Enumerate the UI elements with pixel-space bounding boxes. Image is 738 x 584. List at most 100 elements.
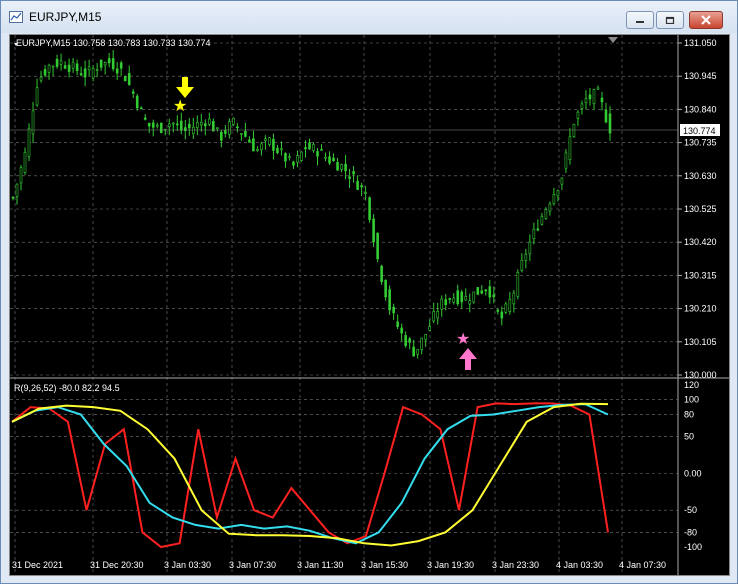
maximize-button[interactable] — [656, 11, 684, 29]
candle-body — [488, 286, 492, 298]
candle-body — [312, 144, 315, 151]
candle-body — [412, 346, 415, 357]
time-tick-label: 3 Jan 19:30 — [427, 560, 474, 570]
candle-body — [480, 290, 484, 294]
candle-body — [280, 148, 283, 151]
candle-body — [376, 232, 379, 260]
candle-body — [504, 303, 508, 313]
candle-body — [572, 124, 576, 138]
candle-body — [107, 58, 111, 64]
chart-canvas[interactable]: 131.050 130.945 130.840 130.735 130.630 130.5… — [9, 34, 730, 576]
candle-body — [472, 291, 476, 303]
candle-body — [11, 196, 15, 199]
candle-body — [428, 326, 431, 331]
time-tick-label: 3 Jan 23:30 — [492, 560, 539, 570]
candle-body — [360, 185, 363, 188]
candle-body — [135, 95, 139, 109]
candle-body — [440, 298, 444, 310]
candle-body — [508, 299, 512, 312]
price-tick-label: 130.735 — [684, 138, 717, 148]
candle-body — [171, 122, 175, 125]
price-candles — [11, 49, 612, 359]
candle-body — [396, 321, 399, 327]
candle-body — [544, 209, 548, 219]
candle-body — [27, 128, 31, 157]
price-tick-label: 130.630 — [684, 171, 717, 181]
candle-body — [444, 299, 448, 306]
candle-body — [19, 167, 23, 184]
indicator-tick-label: 100 — [684, 395, 699, 405]
minimize-icon — [636, 21, 644, 23]
price-tick-label: 131.050 — [684, 38, 717, 48]
candle-body — [424, 333, 427, 340]
candle-body — [304, 147, 307, 150]
candle-body — [115, 68, 119, 74]
candle-body — [208, 118, 211, 125]
candle-body — [127, 73, 131, 85]
price-tick-label: 130.840 — [684, 104, 717, 114]
candle-body — [232, 117, 235, 125]
candle-body — [604, 110, 608, 123]
candle-body — [368, 197, 371, 220]
candle-body — [87, 66, 91, 71]
candle-body — [460, 291, 464, 303]
shift-marker-icon[interactable] — [608, 37, 618, 43]
candle-body — [35, 87, 39, 106]
candle-body — [400, 327, 403, 334]
candle-body — [212, 121, 215, 132]
candle-body — [448, 298, 452, 300]
candle-body — [296, 155, 299, 163]
candle-body — [175, 123, 179, 126]
chart-window: EURJPY,M15 131.050 130.945 130.840 130.735 1… — [0, 0, 738, 584]
price-tick-label: 130.210 — [684, 304, 717, 314]
price-tick-label: 130.420 — [684, 237, 717, 247]
chart-header: EURJPY,M15 130.758 130.783 130.733 130.7… — [16, 38, 211, 48]
indicator-grid — [10, 399, 678, 533]
close-button[interactable] — [689, 11, 723, 29]
sell-arrow-icon — [176, 77, 194, 98]
candle-body — [352, 171, 355, 175]
candle-body — [95, 69, 99, 71]
candle-body — [336, 162, 339, 171]
candle-body — [67, 64, 71, 72]
candle-body — [520, 260, 524, 271]
candle-body — [416, 349, 419, 355]
candle-body — [320, 149, 323, 151]
candle-body — [71, 61, 75, 69]
candle-body — [139, 107, 143, 110]
minimize-button[interactable] — [626, 11, 654, 29]
candle-body — [364, 192, 367, 194]
candle-body — [264, 138, 267, 142]
title-bar[interactable]: EURJPY,M15 — [1, 1, 737, 33]
candle-body — [456, 290, 460, 305]
candle-body — [308, 142, 311, 150]
candle-body — [484, 289, 488, 292]
candle-body — [216, 127, 219, 130]
candle-body — [584, 98, 588, 103]
candle-body — [452, 297, 456, 303]
candle-body — [276, 147, 279, 154]
candle-body — [500, 311, 504, 319]
indicator-tick-label: 80 — [684, 409, 694, 419]
candle-body — [408, 338, 411, 343]
candle-body — [111, 58, 115, 70]
time-tick-label: 3 Jan 03:30 — [164, 560, 211, 570]
candle-body — [196, 122, 199, 128]
candle-body — [15, 183, 19, 197]
candle-body — [512, 292, 516, 305]
price-tick-label: 130.105 — [684, 337, 717, 347]
candle-body — [476, 287, 480, 295]
chart-svg[interactable]: 131.050 130.945 130.840 130.735 130.630 130.5… — [10, 35, 729, 575]
indicator-line-yellow — [11, 402, 609, 547]
candle-body — [288, 156, 291, 158]
candle-body — [220, 131, 223, 141]
price-tick-label: 130.945 — [684, 71, 717, 81]
close-icon — [701, 15, 711, 25]
candle-body — [240, 133, 243, 135]
candle-body — [55, 58, 59, 67]
indicator-tick-label: 0.00 — [684, 468, 702, 478]
candle-body — [224, 130, 227, 134]
candle-body — [388, 289, 391, 311]
indicator-tick-label: -100 — [684, 542, 702, 552]
candle-body — [244, 130, 247, 137]
